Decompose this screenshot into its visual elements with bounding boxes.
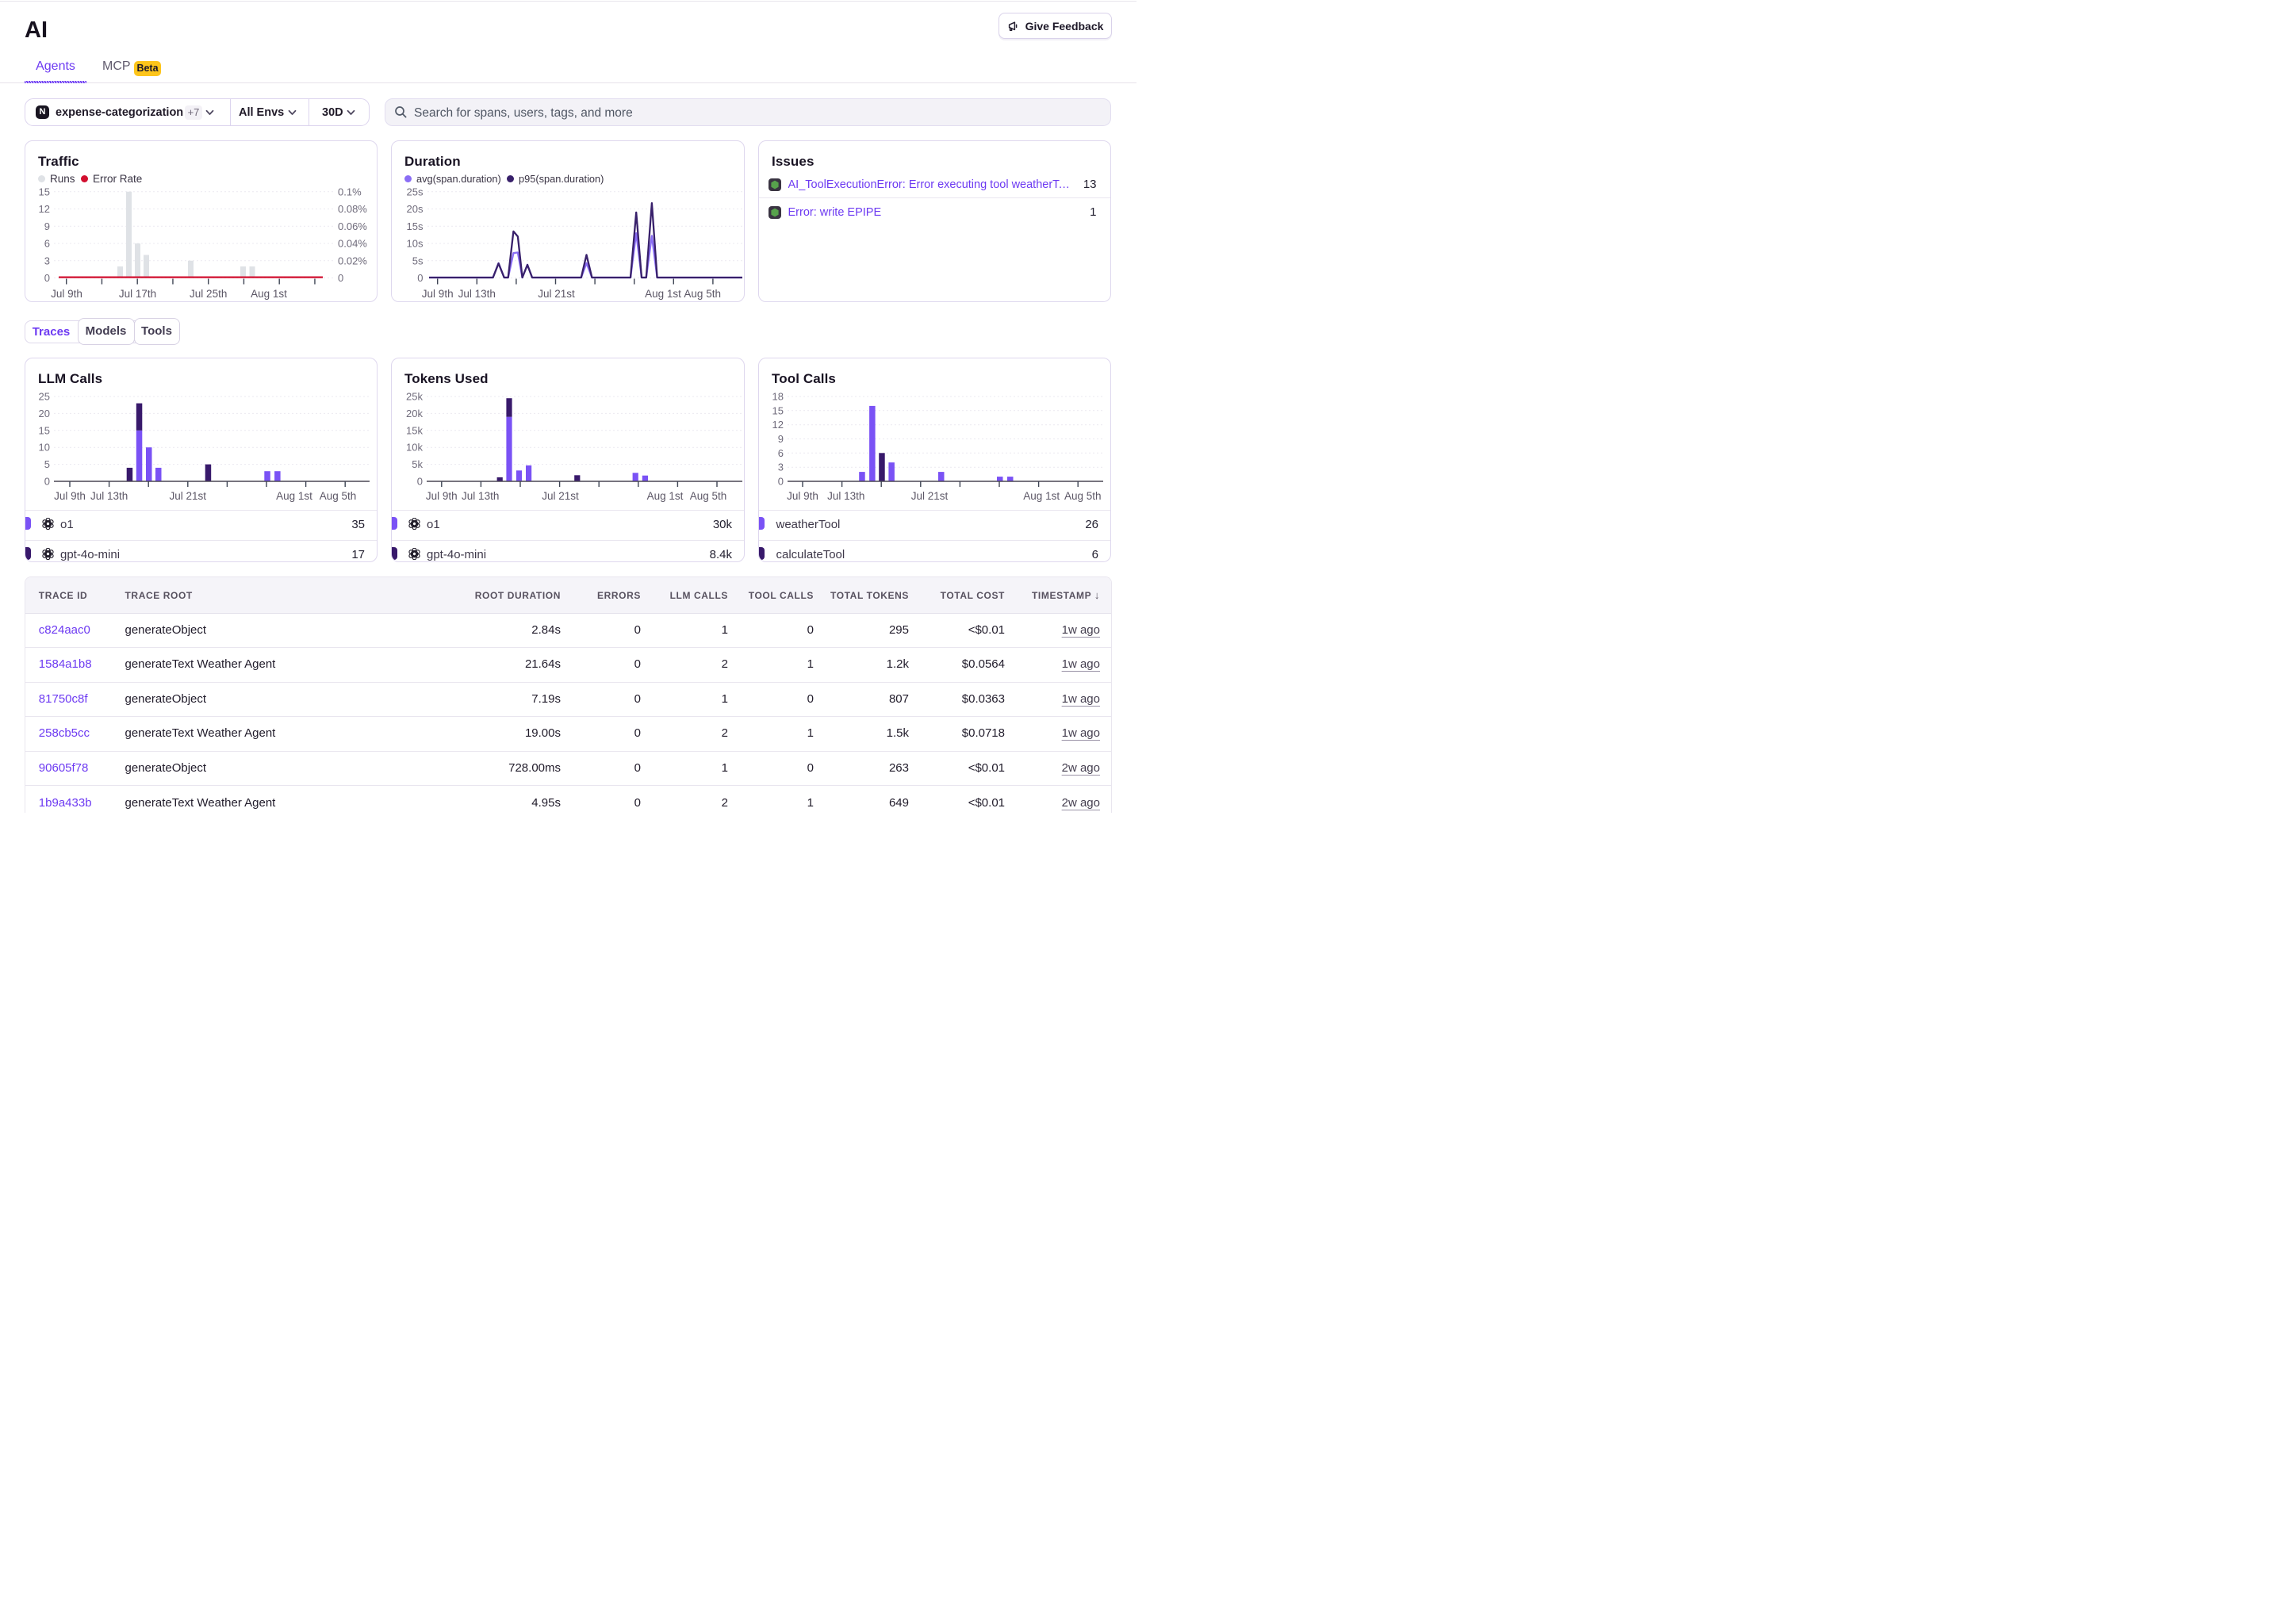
svg-text:0: 0 — [44, 272, 50, 284]
svg-text:Aug 1st: Aug 1st — [251, 288, 287, 300]
svg-text:10: 10 — [39, 442, 50, 454]
svg-text:Jul 21st: Jul 21st — [542, 490, 579, 502]
svg-text:Aug 5th: Aug 5th — [684, 288, 721, 300]
svg-text:0.1%: 0.1% — [338, 186, 362, 197]
svg-text:Aug 5th: Aug 5th — [690, 490, 727, 502]
svg-text:Jul 9th: Jul 9th — [787, 490, 818, 502]
svg-text:25s: 25s — [407, 186, 424, 197]
svg-text:15k: 15k — [406, 424, 423, 436]
svg-text:5k: 5k — [412, 458, 423, 470]
svg-text:6: 6 — [44, 238, 50, 250]
svg-text:Jul 25th: Jul 25th — [190, 288, 227, 300]
svg-text:18: 18 — [772, 391, 784, 403]
svg-text:Jul 9th: Jul 9th — [426, 490, 458, 502]
svg-text:12: 12 — [772, 419, 784, 431]
svg-text:Jul 21st: Jul 21st — [911, 490, 949, 502]
svg-text:Jul 13th: Jul 13th — [458, 288, 496, 300]
svg-text:0: 0 — [778, 476, 784, 488]
svg-text:10k: 10k — [406, 442, 423, 454]
svg-text:25: 25 — [39, 391, 50, 403]
svg-text:6: 6 — [778, 447, 784, 459]
svg-text:0.02%: 0.02% — [338, 255, 367, 266]
svg-text:15: 15 — [772, 404, 784, 416]
svg-text:3: 3 — [778, 462, 784, 473]
svg-text:5s: 5s — [412, 255, 424, 266]
svg-text:0: 0 — [44, 476, 50, 488]
svg-text:20s: 20s — [407, 203, 424, 215]
svg-text:Jul 9th: Jul 9th — [51, 288, 82, 300]
svg-text:25k: 25k — [406, 391, 423, 403]
svg-text:20: 20 — [39, 408, 50, 419]
svg-text:Jul 9th: Jul 9th — [422, 288, 454, 300]
svg-text:Aug 1st: Aug 1st — [647, 490, 684, 502]
svg-text:9: 9 — [44, 220, 50, 232]
svg-text:Jul 9th: Jul 9th — [54, 490, 86, 502]
svg-text:Aug 1st: Aug 1st — [645, 288, 681, 300]
svg-text:20k: 20k — [406, 408, 423, 419]
svg-text:0.06%: 0.06% — [338, 220, 367, 232]
svg-text:Jul 17th: Jul 17th — [119, 288, 156, 300]
svg-text:15: 15 — [39, 186, 50, 197]
svg-text:0.04%: 0.04% — [338, 238, 367, 250]
svg-text:Aug 1st: Aug 1st — [276, 490, 312, 502]
svg-text:3: 3 — [44, 255, 50, 266]
svg-text:Jul 13th: Jul 13th — [90, 490, 128, 502]
svg-text:15s: 15s — [407, 220, 424, 232]
svg-text:Jul 21st: Jul 21st — [538, 288, 575, 300]
svg-text:10s: 10s — [407, 238, 424, 250]
svg-text:0: 0 — [417, 272, 423, 284]
svg-text:0: 0 — [338, 272, 343, 284]
svg-text:5: 5 — [44, 458, 50, 470]
svg-text:12: 12 — [39, 203, 50, 215]
svg-text:Jul 13th: Jul 13th — [827, 490, 864, 502]
svg-text:Aug 1st: Aug 1st — [1023, 490, 1060, 502]
svg-text:Aug 5th: Aug 5th — [1064, 490, 1102, 502]
svg-text:9: 9 — [778, 433, 784, 445]
svg-text:Aug 5th: Aug 5th — [320, 490, 357, 502]
svg-text:0: 0 — [417, 476, 423, 488]
svg-text:Jul 13th: Jul 13th — [462, 490, 499, 502]
svg-text:15: 15 — [39, 424, 50, 436]
svg-text:0.08%: 0.08% — [338, 203, 367, 215]
svg-text:Jul 21st: Jul 21st — [170, 490, 207, 502]
